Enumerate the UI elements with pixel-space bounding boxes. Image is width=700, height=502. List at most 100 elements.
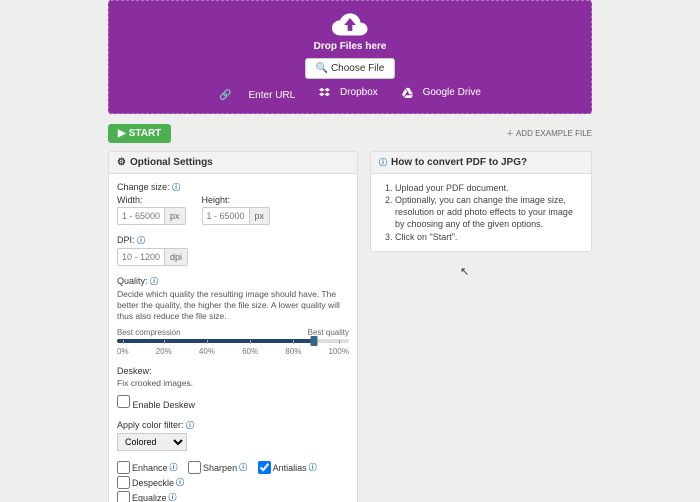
gear-icon: ⚙ [117,157,126,168]
antialias-checkbox[interactable]: Antialiasⓘ [258,461,317,474]
howto-steps: Upload your PDF document. Optionally, yo… [379,182,583,243]
tick: 20% [156,347,172,356]
enhance-text: Enhance [132,463,168,473]
despeckle-input[interactable] [117,476,130,489]
start-button-top[interactable]: ▶ START [108,124,171,143]
dpi-label: DPI: ⓘ [117,235,349,246]
slider-thumb[interactable] [311,336,318,346]
quality-label: Quality: ⓘ [117,276,349,287]
dropbox-icon [319,87,330,98]
info-icon[interactable]: ⓘ [170,462,178,473]
effects-row: Enhanceⓘ Sharpenⓘ Antialiasⓘ Despeckleⓘ … [117,461,349,502]
choose-file-label: Choose File [331,63,384,74]
start-label: START [129,128,162,139]
drop-text: Drop Files here [109,41,591,52]
tick: 100% [328,347,348,356]
info-icon[interactable]: ⓘ [309,462,317,473]
enable-deskew-checkbox[interactable]: Enable Deskew [117,400,195,410]
change-size-label: Change size: ⓘ [117,182,349,193]
info-icon[interactable]: ⓘ [172,183,180,192]
equalize-input[interactable] [117,491,130,502]
howto-header: ⓘ How to convert PDF to JPG? [371,152,591,174]
quality-text: Quality: [117,276,148,286]
add-example-label: ADD EXAMPLE FILE [516,129,592,138]
antialias-text: Antialias [273,463,307,473]
height-field: Height: px [202,195,271,225]
deskew-label: Deskew: [117,366,349,376]
dpi-input[interactable] [117,248,165,266]
deskew-text: Enable Deskew [133,400,196,410]
gdrive-icon [402,87,413,98]
optional-settings-body: Change size: ⓘ Width: px Height: [109,174,357,502]
enter-url-link[interactable]: 🔗 Enter URL [212,90,302,101]
list-item: Click on "Start". [395,231,583,243]
list-item: Optionally, you can change the image siz… [395,194,583,230]
dropzone[interactable]: Drop Files here 🔍 Choose File 🔗 Enter UR… [108,0,592,114]
sharpen-checkbox[interactable]: Sharpenⓘ [188,461,247,474]
howto-title: How to convert PDF to JPG? [391,157,527,168]
gdrive-link[interactable]: Google Drive [402,87,488,98]
howto-panel: ⓘ How to convert PDF to JPG? Upload your… [370,151,592,252]
slider-fill [117,339,314,343]
dpi-section: DPI: ⓘ dpi [117,235,349,266]
info-icon[interactable]: ⓘ [150,277,158,286]
tick: 40% [199,347,215,356]
width-label: Width: [117,195,186,205]
dpi-unit: dpi [165,248,188,266]
search-icon: 🔍 [316,63,328,74]
columns: ⚙ Optional Settings Change size: ⓘ Width… [108,151,592,502]
deskew-desc: Fix crooked images. [117,378,349,389]
info-icon[interactable]: ⓘ [176,477,184,488]
deskew-input[interactable] [117,395,130,408]
info-icon[interactable]: ⓘ [137,236,145,245]
info-icon[interactable]: ⓘ [239,462,247,473]
despeckle-text: Despeckle [132,478,174,488]
px-unit: px [165,207,186,225]
choose-file-button[interactable]: 🔍 Choose File [305,58,396,79]
quality-section: Quality: ⓘ Decide which quality the resu… [117,276,349,356]
change-size-text: Change size: [117,182,170,192]
px-unit-2: px [250,207,271,225]
optional-settings-title: Optional Settings [130,157,213,168]
antialias-input[interactable] [258,461,271,474]
enter-url-label: Enter URL [249,90,296,101]
quality-slider: Best compression Best quality 0% 20% 40%… [117,328,349,356]
deskew-section: Deskew: Fix crooked images. Enable Deske… [117,366,349,410]
info-icon[interactable]: ⓘ [169,492,177,502]
dropbox-link[interactable]: Dropbox [319,87,385,98]
height-input[interactable] [202,207,250,225]
tick: 0% [117,347,129,356]
slider-track[interactable] [117,339,349,343]
filter-section: Apply color filter: ⓘ Colored [117,420,349,451]
sharpen-text: Sharpen [203,463,237,473]
import-row: 🔗 Enter URL Dropbox Google Drive [109,87,591,101]
list-item: Upload your PDF document. [395,182,583,194]
add-example-file-link[interactable]: ＋ ADD EXAMPLE FILE [506,128,592,139]
enhance-input[interactable] [117,461,130,474]
color-filter-select[interactable]: Colored [117,433,187,451]
quality-desc: Decide which quality the resulting image… [117,289,349,322]
info-icon: ⓘ [379,157,387,168]
info-icon[interactable]: ⓘ [186,421,194,430]
width-input[interactable] [117,207,165,225]
despeckle-checkbox[interactable]: Despeckleⓘ [117,476,184,489]
dpi-text: DPI: [117,235,135,245]
enhance-checkbox[interactable]: Enhanceⓘ [117,461,178,474]
slider-ticks: 0% 20% 40% 60% 80% 100% [117,347,349,356]
link-icon: 🔗 [219,90,231,101]
equalize-text: Equalize [132,493,167,502]
cloud-upload-icon [331,11,369,39]
optional-settings-header: ⚙ Optional Settings [109,152,357,174]
action-row: ▶ START ＋ ADD EXAMPLE FILE [108,124,592,143]
sharpen-input[interactable] [188,461,201,474]
optional-settings-panel: ⚙ Optional Settings Change size: ⓘ Width… [108,151,358,502]
equalize-checkbox[interactable]: Equalizeⓘ [117,491,177,502]
width-field: Width: px [117,195,186,225]
filter-text: Apply color filter: [117,420,184,430]
slider-left-label: Best compression [117,328,181,337]
play-icon: ▶ [118,128,126,139]
change-size-section: Change size: ⓘ Width: px Height: [117,182,349,225]
height-label: Height: [202,195,271,205]
tick: 80% [285,347,301,356]
dropbox-label: Dropbox [340,87,378,98]
